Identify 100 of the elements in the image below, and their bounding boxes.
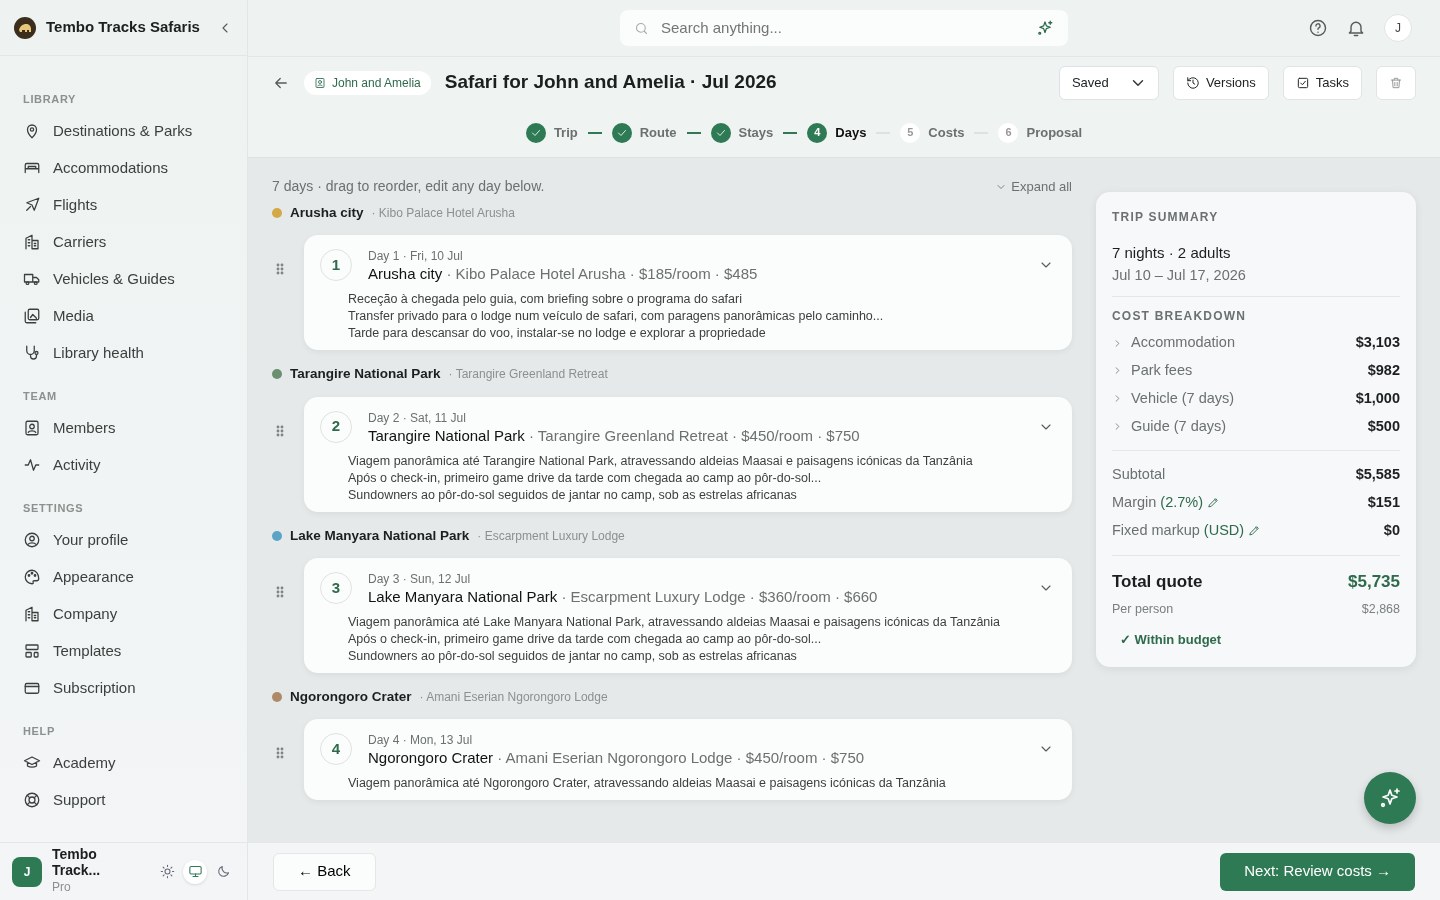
status-select[interactable]: Saved xyxy=(1058,65,1159,100)
per-person-amount: $2,868 xyxy=(1361,601,1400,618)
description-line: Receção à chegada pelo guia, com briefing sobre o programa do safari xyxy=(348,291,743,309)
step-tab[interactable]: Trip xyxy=(525,122,578,143)
section-heading: TEAM xyxy=(22,389,58,403)
images-icon xyxy=(23,306,41,325)
adjustment-amount: $0 xyxy=(1383,520,1400,540)
sidebar-item[interactable]: Support xyxy=(12,781,235,818)
sidebar-item[interactable]: Vehicles & Guides xyxy=(12,260,235,297)
description-line: Transfer privado para o lodge num veículo de safari, com paragens panorâmicas pelo caminho... xyxy=(348,308,885,326)
sidebar-item[interactable]: Academy xyxy=(12,744,235,781)
layout-icon xyxy=(23,641,41,660)
lifebuoy-icon xyxy=(23,790,41,809)
section-heading: HELP xyxy=(22,724,56,738)
trip-dates: Jul 10 – Jul 17, 2026 xyxy=(1112,265,1247,285)
help-button[interactable] xyxy=(1308,18,1328,38)
place-name: Tarangire National Park xyxy=(290,365,441,384)
user-avatar[interactable]: J xyxy=(1384,14,1412,42)
sidebar-item[interactable]: Flights xyxy=(12,186,235,223)
sidebar-item[interactable]: Accommodations xyxy=(12,149,235,186)
subtotal-amount: $5,585 xyxy=(1355,465,1400,485)
sidebar-item[interactable]: Templates xyxy=(12,632,235,669)
day-title: Arusha city · Kibo Palace Hotel Arusha · $185/room · $485 xyxy=(368,265,759,284)
step-tab[interactable]: 4 Days xyxy=(807,122,867,143)
trip-party: 7 nights · 2 adults xyxy=(1112,243,1232,263)
building-icon xyxy=(23,232,41,251)
description-line: Viagem panorâmica até Lake Manyara National Park, atravessando aldeias Maasai e paisagens icónicas da Tanzânia xyxy=(348,613,1001,631)
sidebar-item[interactable]: Appearance xyxy=(12,558,235,595)
step-tab[interactable]: Route xyxy=(611,122,677,143)
description-line: Após o check-in, primeiro game drive da tarde com chegada ao camp ao pôr-do-sol... xyxy=(348,630,823,648)
cost-category[interactable]: Accommodation xyxy=(1112,332,1235,354)
cost-amount: $500 xyxy=(1367,416,1400,436)
expand-all-button[interactable]: Expand all xyxy=(995,176,1072,197)
cost-category[interactable]: Vehicle (7 days) xyxy=(1112,387,1235,410)
subtotal-label: Subtotal xyxy=(1112,465,1166,485)
trash-icon xyxy=(1389,75,1403,90)
day-date: Day 2 · Sat, 11 Jul xyxy=(368,409,467,427)
total-label: Total quote xyxy=(1112,570,1203,593)
adjustment-value: (USD) xyxy=(1203,520,1245,540)
user-name: Tembo Track... xyxy=(52,847,102,878)
moon-icon xyxy=(215,864,231,879)
budget-status: ✓ Within budget xyxy=(1120,630,1223,649)
adjustment-amount: $151 xyxy=(1367,493,1400,512)
user-circle-icon xyxy=(23,530,41,549)
total-amount: $5,735 xyxy=(1348,570,1400,593)
lodge-name: · Escarpment Luxury Lodge xyxy=(477,527,625,545)
toolbar-button[interactable]: Versions xyxy=(1172,65,1269,100)
ai-assistant-button[interactable] xyxy=(1364,772,1416,824)
search-field[interactable]: Search anything... xyxy=(659,15,1026,41)
sun-icon xyxy=(159,864,175,879)
cost-amount: $3,103 xyxy=(1355,333,1400,353)
description-line: Viagem panorâmica até Tarangire National Park, atravessando aldeias Maasai e paisagens icónicas da Tanzânia xyxy=(348,452,974,470)
sidebar-item[interactable]: Activity xyxy=(12,446,235,483)
per-person-label: Per person xyxy=(1112,601,1174,618)
sidebar-item[interactable]: Media xyxy=(12,297,235,334)
checkbox-icon xyxy=(1295,75,1310,90)
pencil-icon xyxy=(1207,496,1221,510)
day-title: Tarangire National Park · Tarangire Greenland Retreat · $450/room · $750 xyxy=(368,426,861,445)
place-name: Lake Manyara National Park xyxy=(290,526,470,545)
sidebar-item[interactable]: Your profile xyxy=(12,521,235,558)
lodge-name: · Kibo Palace Hotel Arusha xyxy=(371,205,515,223)
day-date: Day 1 · Fri, 10 Jul xyxy=(368,248,464,266)
sidebar-item[interactable]: Library health xyxy=(12,334,235,371)
step-number: 5 xyxy=(900,122,921,143)
theme-mode-button[interactable] xyxy=(183,859,207,884)
lodge-name: · Tarangire Greenland Retreat xyxy=(448,366,608,384)
next-button[interactable]: Next: Review costs → xyxy=(1220,852,1415,891)
user-avatar: J xyxy=(12,856,42,887)
back-button[interactable]: ← Back xyxy=(273,852,376,891)
description-line: Sundowners ao pôr-do-sol seguidos de jantar no camp, sob as estrelas africanas xyxy=(348,647,798,665)
sidebar-item[interactable]: Subscription xyxy=(12,669,235,706)
section-heading: LIBRARY xyxy=(22,92,78,106)
client-chip[interactable]: John and Amelia xyxy=(304,70,431,95)
description-line: Tarde para descansar do voo, instalar-se no lodge e explorar a propriedade xyxy=(348,325,767,343)
day-date: Day 3 · Sun, 12 Jul xyxy=(368,570,472,588)
cost-category[interactable]: Park fees xyxy=(1112,360,1193,382)
step-tab[interactable]: 5 Costs xyxy=(900,122,965,143)
edit-button[interactable] xyxy=(1207,496,1221,510)
pencil-icon xyxy=(1248,524,1262,538)
place-name: Ngorongoro Crater xyxy=(290,687,412,706)
lodge-name: · Amani Eserian Ngorongoro Lodge xyxy=(419,688,608,706)
cost-category[interactable]: Guide (7 days) xyxy=(1112,415,1227,438)
description-line: Após o check-in, primeiro game drive da tarde com chegada ao camp ao pôr-do-sol... xyxy=(348,469,823,487)
step-tab[interactable]: Stays xyxy=(710,122,774,143)
adjustment-label: Margin xyxy=(1112,493,1157,512)
day-title: Ngorongoro Crater · Amani Eserian Ngorongoro Lodge · $450/room · $750 xyxy=(368,749,866,767)
description-line: Sundowners ao pôr-do-sol seguidos de jantar no camp, sob as estrelas africanas xyxy=(348,486,798,504)
edit-button[interactable] xyxy=(1248,524,1262,538)
sidebar-item[interactable]: Members xyxy=(12,409,235,446)
step-number: 6 xyxy=(998,122,1019,143)
help-icon xyxy=(1308,18,1328,38)
search-icon xyxy=(634,20,649,36)
sidebar-item[interactable]: Destinations & Parks xyxy=(12,112,235,149)
sidebar-item[interactable]: Company xyxy=(12,595,235,632)
card-heading: COST BREAKDOWN xyxy=(1112,308,1248,326)
stethoscope-icon xyxy=(23,343,41,362)
search-bar[interactable]: Search anything... xyxy=(620,10,1068,46)
step-tab[interactable]: 6 Proposal xyxy=(998,122,1083,143)
sidebar-item[interactable]: Carriers xyxy=(12,223,235,260)
toolbar-button[interactable]: Tasks xyxy=(1282,65,1362,100)
